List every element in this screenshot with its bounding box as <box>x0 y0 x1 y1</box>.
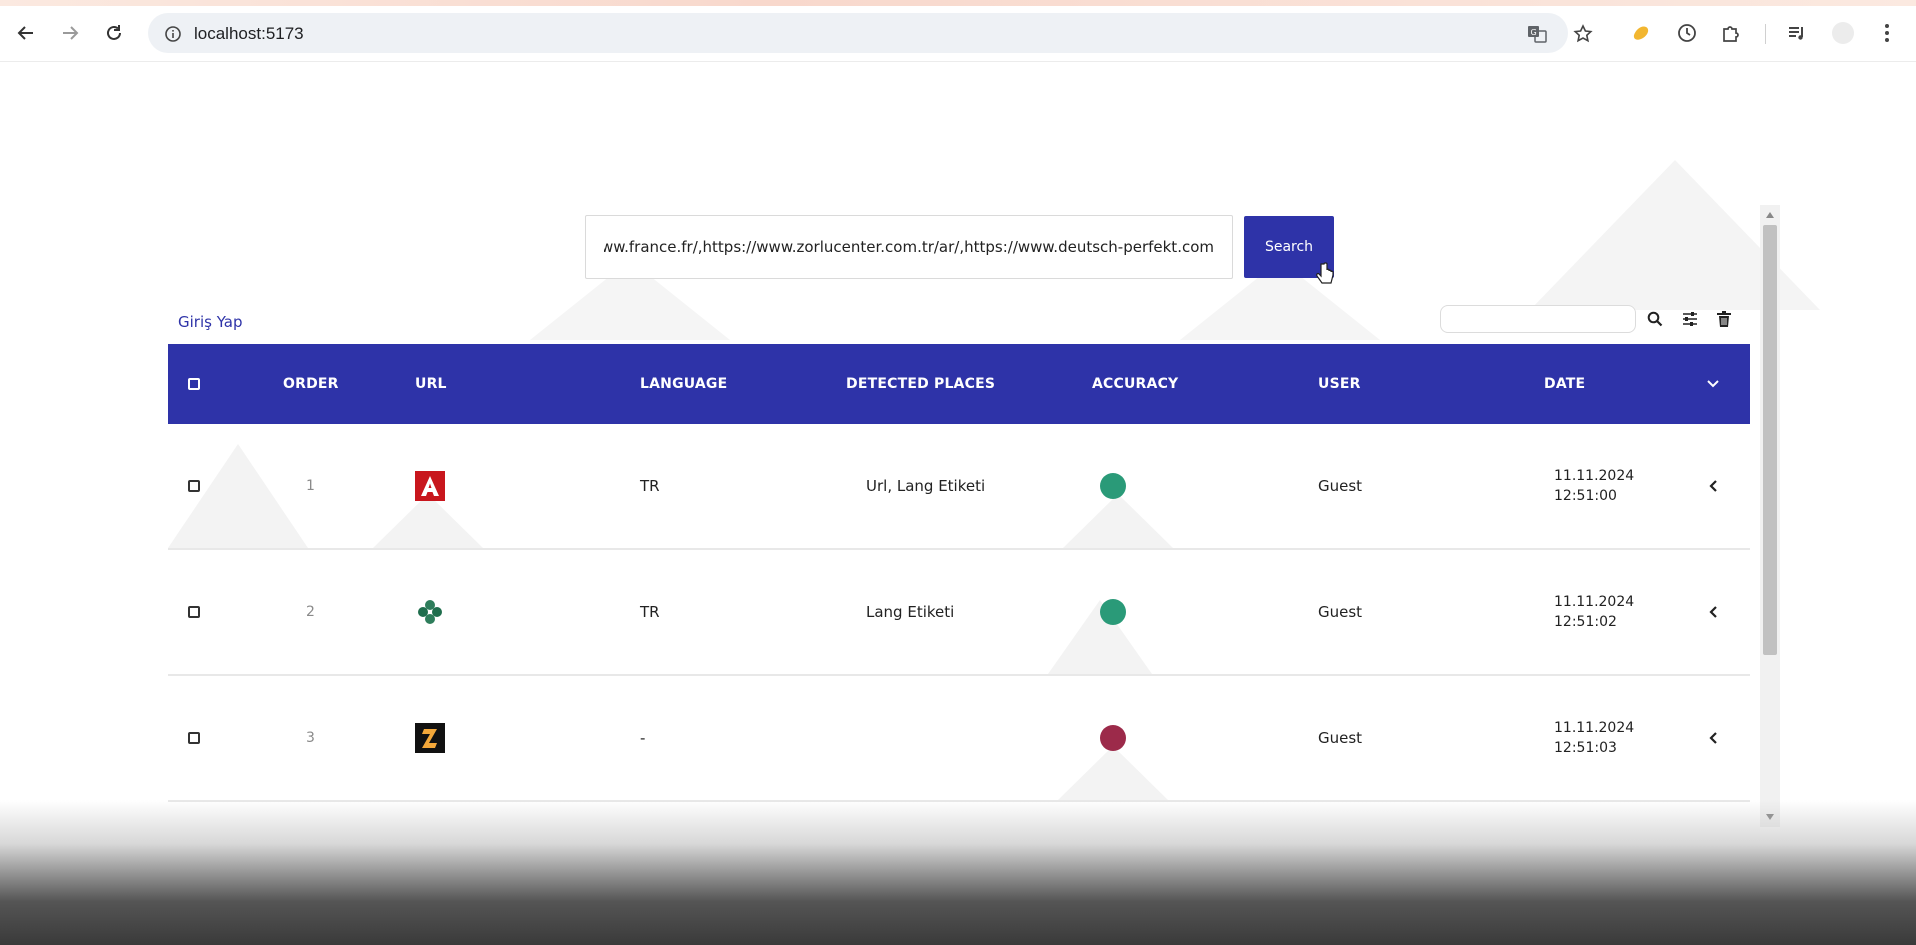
row-order: 2 <box>306 604 315 620</box>
history-icon[interactable] <box>1673 19 1701 47</box>
row-checkbox-cell <box>188 550 200 674</box>
accuracy-indicator <box>1100 424 1126 548</box>
row-user: Guest <box>1318 603 1363 621</box>
chevron-left-icon[interactable] <box>1708 424 1720 548</box>
chevron-left-icon[interactable] <box>1708 676 1720 800</box>
favicon-green-clover-logo <box>415 550 445 674</box>
header-language[interactable]: LANGUAGE <box>640 344 727 424</box>
url-search-field[interactable] <box>585 215 1233 279</box>
toolbar-divider <box>1765 24 1766 44</box>
accuracy-indicator <box>1100 676 1126 800</box>
header-user[interactable]: USER <box>1318 344 1361 424</box>
row-user: Guest <box>1318 729 1363 747</box>
trash-icon[interactable] <box>1711 306 1737 332</box>
row-checkbox[interactable] <box>188 606 200 618</box>
scrollbar-thumb[interactable] <box>1763 225 1777 655</box>
puzzle-icon[interactable] <box>1717 19 1745 47</box>
header-order[interactable]: ORDER <box>283 344 339 424</box>
row-order: 1 <box>306 478 315 494</box>
address-url: localhost:5173 <box>194 24 304 43</box>
back-arrow-icon[interactable] <box>12 19 40 47</box>
bottom-video-overlay <box>0 800 1916 945</box>
accuracy-indicator <box>1100 550 1126 674</box>
row-date: 11.11.2024 <box>1554 594 1635 610</box>
login-link[interactable]: Giriş Yap <box>178 313 243 331</box>
svg-text:G: G <box>1531 28 1537 37</box>
sliders-icon[interactable] <box>1677 306 1703 332</box>
row-checkbox[interactable] <box>188 732 200 744</box>
row-language: TR <box>640 477 660 495</box>
table-row[interactable]: 2 TR Lang Etiketi Guest 11.11.2024 12:51:… <box>168 550 1750 676</box>
row-detected-places: Url, Lang Etiketi <box>866 477 986 495</box>
row-language: TR <box>640 603 660 621</box>
row-checkbox[interactable] <box>188 480 200 492</box>
extension-icon[interactable] <box>1627 19 1655 47</box>
table-filter-input[interactable] <box>1440 305 1636 333</box>
browser-toolbar: localhost:5173 G <box>0 6 1916 62</box>
hand-cursor-icon <box>1316 262 1334 290</box>
forward-arrow-icon[interactable] <box>56 19 84 47</box>
chevron-left-icon[interactable] <box>1708 550 1720 674</box>
select-all-checkbox[interactable] <box>188 378 200 390</box>
row-language: - <box>640 729 646 747</box>
results-table: ORDER URL LANGUAGE DETECTED PLACES ACCUR… <box>168 344 1750 802</box>
row-date-cell: 11.11.2024 12:51:00 <box>1554 424 1634 548</box>
row-date: 11.11.2024 <box>1554 720 1635 736</box>
select-all-checkbox-cell <box>188 344 200 424</box>
reload-icon[interactable] <box>100 19 128 47</box>
search-icon[interactable] <box>1642 306 1668 332</box>
favicon-red-a-logo <box>415 424 445 548</box>
bookmark-star-icon[interactable] <box>1572 23 1594 45</box>
row-checkbox-cell <box>188 424 200 548</box>
site-info-icon[interactable] <box>162 23 184 45</box>
row-date-cell: 11.11.2024 12:51:02 <box>1554 550 1634 674</box>
translate-icon[interactable]: G <box>1526 23 1548 45</box>
row-detected-places: Lang Etiketi <box>866 603 955 621</box>
row-date: 11.11.2024 <box>1554 468 1635 484</box>
table-row[interactable]: 1 TR Url, Lang Etiketi Guest 11.11.2024 1… <box>168 424 1750 550</box>
url-search-input[interactable] <box>586 216 1232 278</box>
header-detected-places[interactable]: DETECTED PLACES <box>846 344 995 424</box>
favicon-black-yellow-z-logo <box>415 676 445 800</box>
chevron-down-icon[interactable] <box>1706 344 1720 424</box>
header-accuracy[interactable]: ACCURACY <box>1092 344 1178 424</box>
row-time: 12:51:02 <box>1554 614 1617 630</box>
table-header: ORDER URL LANGUAGE DETECTED PLACES ACCUR… <box>168 344 1750 424</box>
kebab-menu-icon[interactable] <box>1873 19 1901 47</box>
media-icon[interactable] <box>1783 19 1811 47</box>
table-row[interactable]: 3 - Guest 11.11.2024 12:51:03 <box>168 676 1750 802</box>
page-scrollbar[interactable] <box>1760 205 1780 827</box>
row-time: 12:51:03 <box>1554 740 1617 756</box>
row-order: 3 <box>306 730 315 746</box>
header-url[interactable]: URL <box>415 344 447 424</box>
profile-icon[interactable] <box>1829 19 1857 47</box>
scroll-up-arrow-icon[interactable] <box>1765 211 1775 219</box>
row-date-cell: 11.11.2024 12:51:03 <box>1554 676 1634 800</box>
row-time: 12:51:00 <box>1554 488 1617 504</box>
row-user: Guest <box>1318 477 1363 495</box>
address-bar[interactable]: localhost:5173 G <box>148 13 1593 53</box>
header-date[interactable]: DATE <box>1544 344 1585 424</box>
row-checkbox-cell <box>188 676 200 800</box>
